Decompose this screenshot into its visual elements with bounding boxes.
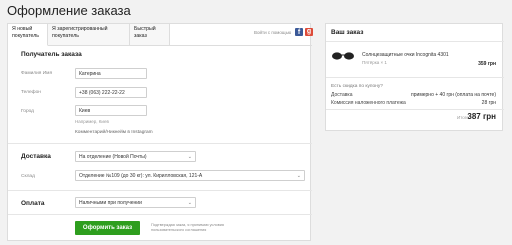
google-plus-icon[interactable]: g — [305, 28, 313, 36]
delivery-method-select[interactable]: На отделение (Новой Почты) ⌄ — [75, 151, 196, 162]
total-value: 387 грн — [467, 112, 496, 121]
payment-title: Оплата — [21, 200, 45, 207]
tab-registered-customer[interactable]: Я зарегистрированный покупатель — [48, 24, 130, 46]
checkout-form: Я новый покупатель Я зарегистрированный … — [7, 23, 313, 241]
page-title: Оформление заказа — [7, 3, 131, 18]
delivery-cost-value: примерно + 40 грн (оплата на почте) — [411, 92, 496, 98]
customer-tabs: Я новый покупатель Я зарегистрированный … — [8, 24, 313, 46]
phone-input[interactable]: +38 (063) 222-22-22 — [75, 87, 147, 98]
delivery-method-value: На отделение (Новой Почты) — [79, 154, 147, 160]
comment-link[interactable]: Комментарий/Никнейм в Instagram — [75, 130, 153, 135]
warehouse-value: Отделение №109 (до 30 кг): ул. Кирилловс… — [79, 173, 203, 179]
divider — [8, 190, 312, 191]
tab-new-customer[interactable]: Я новый покупатель — [8, 24, 48, 46]
order-summary: Ваш заказ Солнцезащитные очки Incognita … — [325, 23, 504, 131]
city-label: Город — [21, 109, 34, 114]
cod-fee-label: Комиссия наложенного платежа — [331, 100, 406, 106]
warehouse-select[interactable]: Отделение №109 (до 30 кг): ул. Кирилловс… — [75, 170, 305, 181]
payment-method-value: Наличными при получении — [79, 200, 142, 206]
city-hint: Например, Киев — [75, 119, 109, 124]
chevron-down-icon: ⌄ — [187, 154, 192, 160]
delivery-title: Доставка — [21, 153, 51, 160]
divider — [326, 77, 504, 78]
cod-fee-value: 28 грн — [481, 100, 496, 106]
divider — [326, 41, 504, 42]
product-name[interactable]: Солнцезащитные очки Incognita 4301 — [362, 52, 449, 58]
product-thumbnail[interactable] — [331, 51, 355, 61]
divider — [326, 109, 504, 110]
divider — [8, 214, 312, 215]
product-quantity: Пятёрка × 1 — [362, 60, 387, 65]
tabs-divider — [170, 45, 312, 46]
receiver-title: Получатель заказа — [21, 51, 82, 58]
summary-title: Ваш заказ — [331, 29, 364, 36]
warehouse-label: Склад — [21, 174, 35, 179]
delivery-cost-label: Доставка — [331, 92, 353, 98]
product-price: 359 грн — [478, 61, 496, 67]
chevron-down-icon: ⌄ — [296, 173, 301, 179]
city-input[interactable]: Киев — [75, 105, 147, 116]
chevron-down-icon: ⌄ — [187, 200, 192, 206]
name-label: Фамилия Имя — [21, 71, 53, 76]
tab-quick-order[interactable]: Быстрый заказ — [130, 24, 170, 46]
coupon-link[interactable]: Есть скидка по купону? — [331, 84, 383, 89]
terms-agreement-text: Подтверждая заказ, я принимаю условия по… — [151, 223, 224, 232]
phone-label: Телефон — [21, 90, 41, 95]
submit-order-button[interactable]: Оформить заказ — [75, 221, 140, 235]
social-login-label: Войти с помощью — [254, 30, 292, 35]
name-input[interactable]: Катерина — [75, 68, 147, 79]
facebook-icon[interactable]: f — [295, 28, 303, 36]
divider — [8, 143, 312, 144]
payment-method-select[interactable]: Наличными при получении ⌄ — [75, 197, 196, 208]
